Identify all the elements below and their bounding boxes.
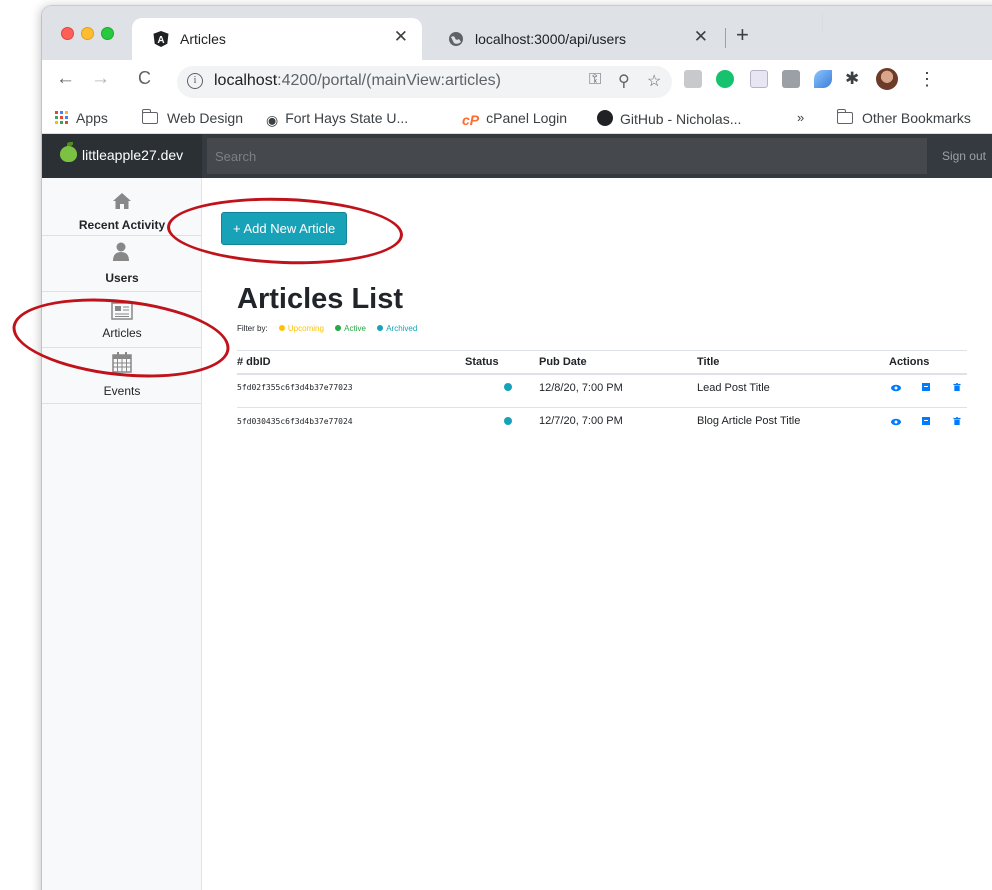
row-title: Blog Article Post Title xyxy=(697,415,801,427)
folder-icon xyxy=(836,109,853,124)
folder-icon xyxy=(141,109,158,124)
column-header: Status xyxy=(465,356,499,368)
delete-trash-icon[interactable] xyxy=(953,417,961,425)
user-icon xyxy=(113,242,129,261)
minimize-window-button[interactable] xyxy=(81,27,94,40)
sign-out-link[interactable]: Sign out xyxy=(942,149,986,163)
row-pub-date: 12/8/20, 7:00 PM xyxy=(539,382,623,394)
page-title: Articles List xyxy=(237,283,403,315)
tab-title: Articles xyxy=(180,31,226,47)
search-input[interactable] xyxy=(207,138,927,174)
svg-text:A: A xyxy=(157,35,164,46)
row-id: 5fd02f355c6f3d4b37e77023 xyxy=(237,383,353,392)
maximize-window-button[interactable] xyxy=(101,27,114,40)
bookmark-other[interactable]: Other Bookmarks xyxy=(836,109,971,126)
home-icon xyxy=(113,193,131,209)
bookmark-cpanel[interactable]: cP cPanel Login xyxy=(462,110,567,128)
close-window-button[interactable] xyxy=(61,27,74,40)
bookmark-web-design[interactable]: Web Design xyxy=(141,109,243,126)
column-header: # dbID xyxy=(237,356,271,368)
bookmark-github[interactable]: GitHub - Nicholas... xyxy=(597,110,741,127)
bookmark-apps[interactable]: Apps xyxy=(55,110,108,126)
tab-separator xyxy=(725,28,726,48)
extension-icon[interactable] xyxy=(684,70,702,88)
table-header-border xyxy=(237,373,967,375)
browser-toolbar: ← → C i localhost:4200/portal/(mainView:… xyxy=(42,60,992,102)
archive-icon[interactable] xyxy=(922,383,930,391)
angular-icon: A xyxy=(153,31,169,47)
back-icon[interactable]: ← xyxy=(56,68,75,90)
globe-icon xyxy=(449,32,463,46)
url-text[interactable]: localhost:4200/portal/(mainView:articles… xyxy=(214,72,501,90)
bookmarks-overflow-button[interactable]: » xyxy=(797,110,804,125)
feather-icon[interactable] xyxy=(814,70,832,88)
avatar[interactable] xyxy=(876,68,898,90)
extensions-puzzle-icon[interactable]: ✱ xyxy=(845,69,859,89)
screenshot-stage: A Articles ✕ localhost:3000/api/users ✕ … xyxy=(0,0,992,890)
address-bar[interactable]: i localhost:4200/portal/(mainView:articl… xyxy=(177,66,672,98)
column-header: Pub Date xyxy=(539,356,587,368)
view-eye-icon[interactable] xyxy=(891,384,901,392)
apple-logo-icon xyxy=(60,142,77,162)
close-tab-icon[interactable]: ✕ xyxy=(694,27,708,47)
calendar-extension-icon[interactable] xyxy=(750,70,768,88)
bookmarks-bar: Apps Web Design ◉ Fort Hays State U... cP… xyxy=(42,102,992,134)
row-id: 5fd030435c6f3d4b37e77024 xyxy=(237,417,353,426)
delete-trash-icon[interactable] xyxy=(953,383,961,391)
filter-label: Filter by: xyxy=(237,324,268,333)
brand[interactable]: littleapple27.dev xyxy=(42,134,202,178)
forward-icon[interactable]: → xyxy=(91,68,110,90)
cpanel-icon: cP xyxy=(462,112,480,128)
sidebar: Recent Activity Users Articles Events xyxy=(42,178,202,890)
main-content: + Add New Article Articles List Filter b… xyxy=(203,178,992,890)
filter-active[interactable]: Active xyxy=(326,324,366,333)
archive-icon[interactable] xyxy=(922,417,930,425)
row-divider xyxy=(237,407,967,408)
status-dot-icon xyxy=(377,325,384,331)
apps-grid-icon xyxy=(55,111,68,124)
filter-upcoming[interactable]: Upcoming xyxy=(270,324,324,333)
brand-name: littleapple27.dev xyxy=(82,147,184,163)
status-dot-icon xyxy=(504,383,512,391)
view-eye-icon[interactable] xyxy=(891,418,901,426)
info-icon[interactable]: i xyxy=(187,73,203,89)
column-header: Actions xyxy=(889,356,930,368)
row-title: Lead Post Title xyxy=(697,382,770,394)
grammarly-icon[interactable] xyxy=(716,70,734,88)
globe-icon: ◉ xyxy=(266,112,279,128)
status-dot-icon xyxy=(278,325,285,331)
new-tab-icon[interactable]: + xyxy=(736,22,749,48)
bookmark-divider xyxy=(822,13,823,31)
row-pub-date: 12/7/20, 7:00 PM xyxy=(539,415,623,427)
tab-articles[interactable]: A Articles ✕ xyxy=(132,18,422,60)
menu-icon[interactable]: ⋮ xyxy=(918,69,936,90)
key-icon[interactable]: ⚿ xyxy=(589,71,601,89)
filter-bar: Filter by: Upcoming Active Archived xyxy=(237,324,417,333)
tab-api-users[interactable]: localhost:3000/api/users ✕ xyxy=(427,18,722,60)
table-top-border xyxy=(237,350,967,351)
extension-icon[interactable] xyxy=(782,70,800,88)
tab-strip: A Articles ✕ localhost:3000/api/users ✕ … xyxy=(42,6,992,60)
status-dot-icon xyxy=(504,417,512,425)
column-header: Title xyxy=(697,356,720,368)
tab-title: localhost:3000/api/users xyxy=(475,31,626,47)
app-navbar: littleapple27.dev Sign out xyxy=(42,134,992,178)
github-icon xyxy=(597,110,613,126)
sidebar-item-users[interactable]: Users xyxy=(42,236,202,292)
close-tab-icon[interactable]: ✕ xyxy=(394,27,408,47)
status-dot-icon xyxy=(335,325,342,331)
reload-icon[interactable]: C xyxy=(138,68,151,89)
zoom-icon[interactable]: ⚲ xyxy=(618,71,630,91)
filter-archived[interactable]: Archived xyxy=(368,324,417,333)
bookmark-fort-hays[interactable]: ◉ Fort Hays State U... xyxy=(266,110,408,129)
browser-window: A Articles ✕ localhost:3000/api/users ✕ … xyxy=(42,6,992,890)
star-icon[interactable]: ☆ xyxy=(647,71,661,91)
